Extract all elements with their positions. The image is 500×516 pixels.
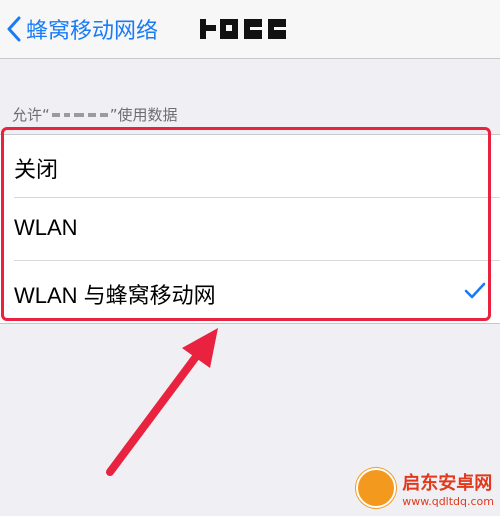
watermark: 启东安卓网 www.qdltdq.com (356, 468, 494, 508)
watermark-name: 启东安卓网 (402, 472, 493, 494)
option-off-label: 关闭 (14, 157, 59, 182)
data-usage-options: 关闭 WLAN WLAN 与蜂窝移动网 (0, 134, 500, 324)
option-wlan-label: WLAN (14, 215, 78, 240)
app-name-redacted (200, 17, 296, 41)
option-wlan-cellular[interactable]: WLAN 与蜂窝移动网 (0, 261, 500, 323)
section-label-suffix: ”使用数据 (109, 106, 178, 124)
section-header: 允许“ ”使用数据 (12, 104, 178, 125)
option-wlan[interactable]: WLAN (0, 198, 500, 260)
chevron-left-icon (7, 16, 21, 42)
app-name-redacted-inline (51, 108, 108, 122)
section-label-prefix: 允许“ (12, 106, 50, 124)
option-off[interactable]: 关闭 (0, 135, 500, 197)
navigation-bar: 蜂窝移动网络 (0, 0, 500, 59)
watermark-url: www.qdltdq.com (402, 494, 494, 508)
option-wlan-cellular-label: WLAN 与蜂窝移动网 (14, 283, 216, 308)
checkmark-icon (464, 282, 486, 299)
back-button-label: 蜂窝移动网络 (26, 19, 159, 44)
watermark-logo-icon (356, 468, 397, 508)
annotation-arrow-icon (106, 328, 218, 476)
back-button[interactable]: 蜂窝移动网络 (0, 0, 180, 58)
